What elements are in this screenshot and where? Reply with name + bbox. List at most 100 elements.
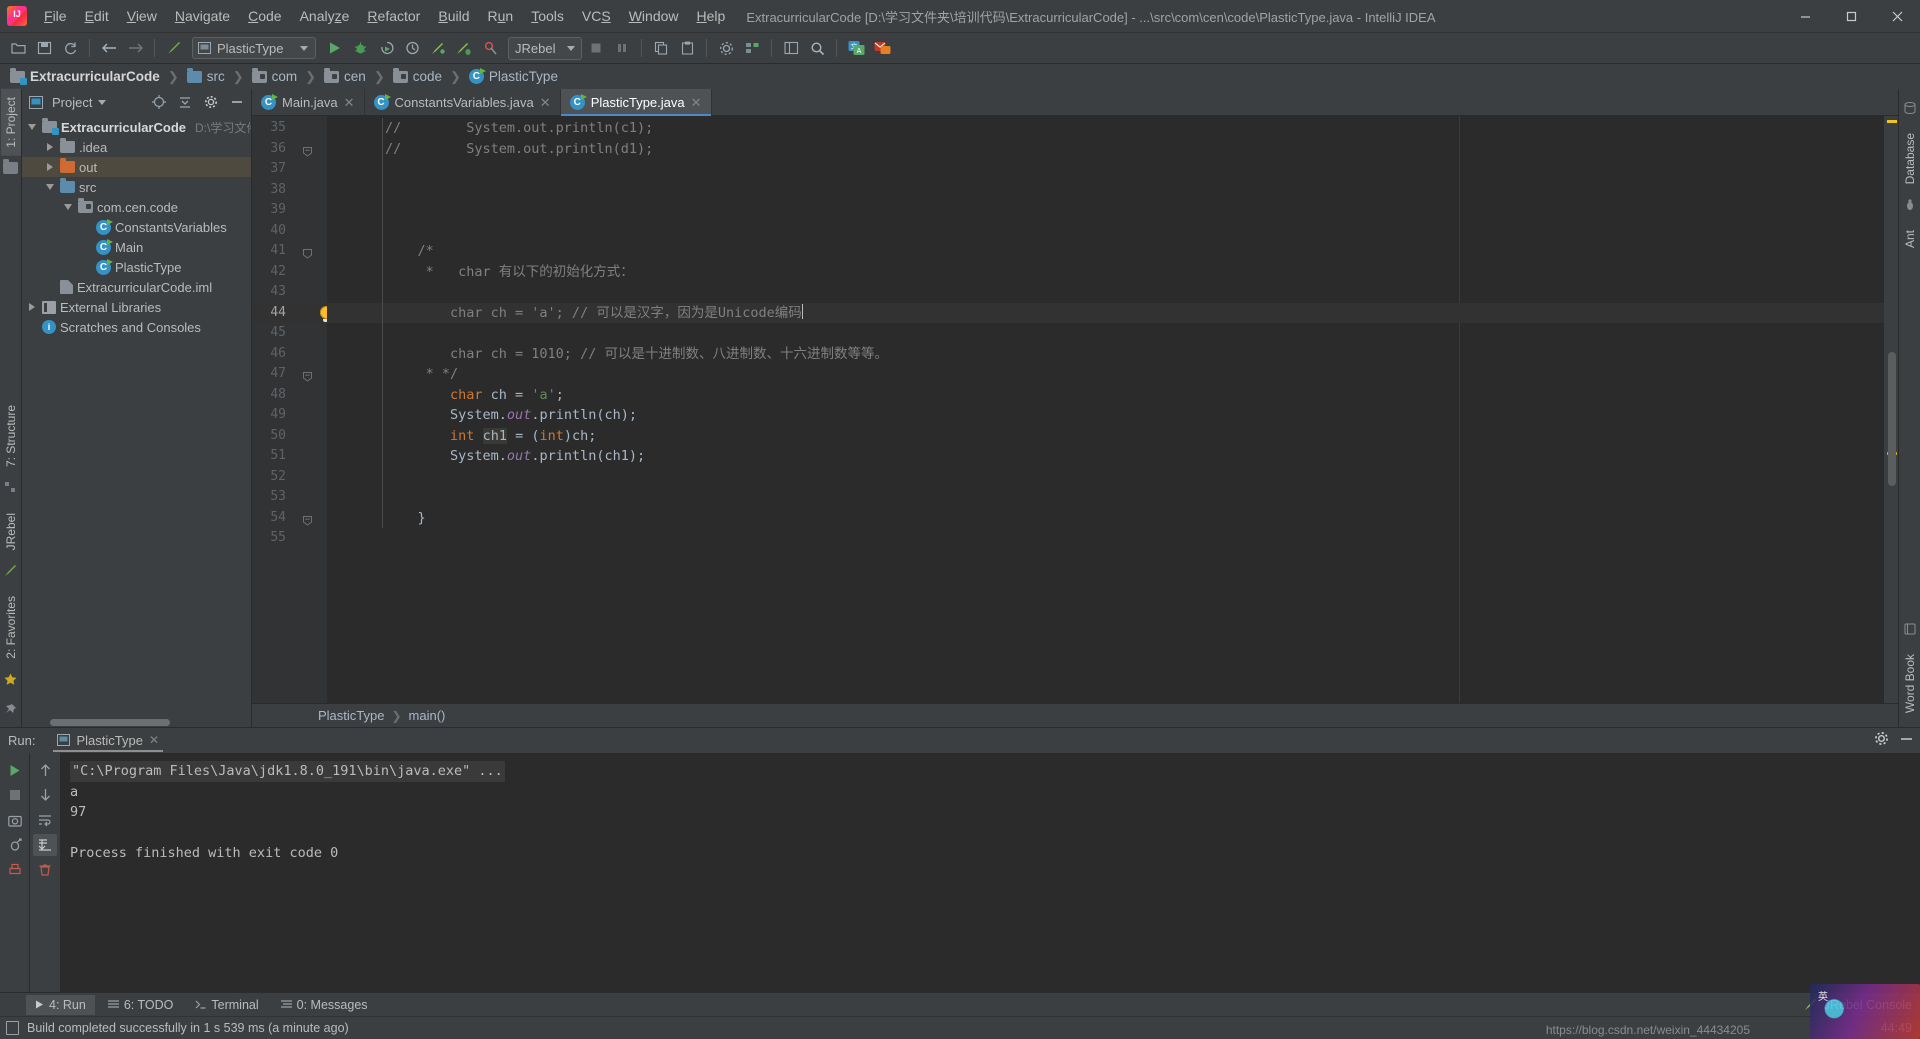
sidebar-item-project[interactable]: 1: Project: [0, 89, 21, 156]
code-line-44[interactable]: char ch = 'a'; // 可以是汉字，因为是Unicode编码: [327, 302, 1884, 323]
menu-window[interactable]: Window: [620, 5, 688, 27]
close-icon-tab-plastictype[interactable]: ✕: [691, 96, 702, 109]
sidebar-item-database[interactable]: Database: [1900, 125, 1920, 192]
paste-icon[interactable]: [675, 36, 699, 60]
sync-icon[interactable]: [58, 36, 82, 60]
gear-icon[interactable]: [201, 92, 221, 112]
menu-code[interactable]: Code: [239, 5, 290, 27]
maximize-button[interactable]: [1828, 0, 1874, 33]
fold-marker-47[interactable]: [302, 369, 313, 382]
error-stripe-scrollbar[interactable]: [1884, 116, 1898, 703]
close-icon-tab-constants[interactable]: ✕: [540, 96, 551, 109]
editor-tab-main[interactable]: Main.java ✕: [252, 89, 365, 115]
close-icon-run-tab[interactable]: ✕: [149, 733, 159, 747]
code-line-39[interactable]: [327, 200, 1884, 221]
menu-refactor[interactable]: Refactor: [358, 5, 429, 27]
scroll-down-icon[interactable]: [33, 784, 57, 806]
editor-tab-plastictype[interactable]: PlasticType.java ✕: [560, 89, 712, 116]
code-line-40[interactable]: [327, 221, 1884, 242]
translate-icon[interactable]: 文A: [844, 36, 868, 60]
mail-icon[interactable]: [870, 36, 894, 60]
copy-icon[interactable]: [649, 36, 673, 60]
chevron-down-icon-project[interactable]: [98, 99, 107, 105]
code-line-35[interactable]: // System.out.println(c1);: [327, 118, 1884, 139]
stop-icon[interactable]: [584, 36, 608, 60]
hide-panel-icon[interactable]: [227, 92, 247, 112]
code-line-41[interactable]: /*: [327, 241, 1884, 262]
menu-file[interactable]: File: [35, 5, 76, 27]
code-line-54[interactable]: }: [327, 508, 1884, 529]
sidebar-item-ant[interactable]: Ant: [1900, 222, 1920, 256]
chevron-down-icon-jrebel[interactable]: [567, 45, 575, 51]
twisty-down-icon-package[interactable]: [62, 204, 74, 210]
pause-icon[interactable]: [610, 36, 634, 60]
jrebel-debug-icon[interactable]: [452, 36, 476, 60]
code-line-45[interactable]: [327, 323, 1884, 344]
code-line-48[interactable]: char ch = 'a';: [327, 385, 1884, 406]
tree-item-src[interactable]: src: [22, 177, 251, 197]
breadcrumb-item-com[interactable]: com: [250, 67, 300, 85]
jrebel-selector[interactable]: JRebel: [508, 36, 582, 60]
code-line-51[interactable]: System.out.println(ch1);: [327, 446, 1884, 467]
code-line-42[interactable]: * char 有以下的初始化方式：: [327, 262, 1884, 283]
editor-vscrollbar-thumb[interactable]: [1888, 352, 1896, 486]
run-icon[interactable]: [322, 36, 346, 60]
tree-item-main[interactable]: Main: [22, 237, 251, 257]
code-line-50[interactable]: int ch1 = (int)ch;: [327, 426, 1884, 447]
project-tree[interactable]: ExtracurricularCode D:\学习文件夹 .idea out: [22, 115, 251, 717]
tab-terminal[interactable]: Terminal: [186, 995, 267, 1015]
scroll-up-icon[interactable]: [33, 759, 57, 781]
forward-arrow-icon[interactable]: [123, 36, 147, 60]
tab-todo[interactable]: 6: TODO: [99, 995, 183, 1015]
tree-item-extracurricularcode[interactable]: ExtracurricularCode D:\学习文件夹: [22, 117, 251, 137]
twisty-down-icon-src[interactable]: [44, 184, 56, 190]
tree-item-out[interactable]: out: [22, 157, 251, 177]
build-hammer-icon[interactable]: [162, 36, 186, 60]
project-tree-hscrollbar[interactable]: [22, 717, 251, 727]
code-line-47[interactable]: * */: [327, 364, 1884, 385]
pin-icon-strip[interactable]: [4, 703, 17, 721]
code-line-37[interactable]: [327, 159, 1884, 180]
minimize-button[interactable]: [1782, 0, 1828, 33]
menu-tools[interactable]: Tools: [522, 5, 573, 27]
debug-icon[interactable]: [348, 36, 372, 60]
twisty-down-icon-root[interactable]: [26, 124, 38, 130]
run-tab-plastictype[interactable]: PlasticType ✕: [49, 731, 167, 752]
tree-item-external-libraries[interactable]: External Libraries: [22, 297, 251, 317]
breadcrumb-item-class[interactable]: PlasticType: [467, 68, 560, 85]
menu-edit[interactable]: Edit: [76, 5, 118, 27]
jrebel-run-icon[interactable]: [426, 36, 450, 60]
menu-help[interactable]: Help: [688, 5, 735, 27]
fold-marker-41[interactable]: [302, 246, 313, 259]
screenshot-icon[interactable]: [3, 809, 27, 831]
profiler-icon[interactable]: [400, 36, 424, 60]
run-configuration-selector[interactable]: PlasticType: [192, 37, 316, 59]
twisty-right-icon-out[interactable]: [44, 163, 56, 171]
twisty-right-icon-idea[interactable]: [44, 143, 56, 151]
menu-run[interactable]: Run: [479, 5, 523, 27]
menu-navigate[interactable]: Navigate: [166, 5, 239, 27]
collapse-all-icon[interactable]: [175, 92, 195, 112]
chevron-down-icon[interactable]: [300, 45, 308, 51]
sidebar-item-jrebel[interactable]: JRebel: [1, 505, 21, 558]
menu-vcs[interactable]: VCS: [573, 5, 620, 27]
tree-item-scratches[interactable]: Scratches and Consoles: [22, 317, 251, 337]
clear-all-icon[interactable]: [33, 859, 57, 881]
code-content[interactable]: // System.out.println(c1); // System.out.…: [327, 116, 1884, 703]
menu-view[interactable]: View: [118, 5, 166, 27]
editor-tab-constantsvariables[interactable]: ConstantsVariables.java ✕: [365, 89, 561, 115]
sidebar-item-word-book[interactable]: Word Book: [1900, 646, 1920, 721]
tree-item-package[interactable]: com.cen.code: [22, 197, 251, 217]
tree-item-iml[interactable]: ExtracurricularCode.iml: [22, 277, 251, 297]
project-structure-icon[interactable]: [740, 36, 764, 60]
close-icon-tab-main[interactable]: ✕: [344, 96, 355, 109]
open-folder-icon[interactable]: [6, 36, 30, 60]
code-line-38[interactable]: [327, 180, 1884, 201]
tree-item-idea[interactable]: .idea: [22, 137, 251, 157]
code-line-53[interactable]: [327, 487, 1884, 508]
soft-wrap-icon[interactable]: [33, 809, 57, 831]
tab-messages[interactable]: 0: Messages: [272, 995, 377, 1015]
jrebel-restart-icon[interactable]: [3, 834, 27, 856]
run-coverage-icon[interactable]: [374, 36, 398, 60]
twisty-right-icon-libs[interactable]: [26, 303, 38, 311]
